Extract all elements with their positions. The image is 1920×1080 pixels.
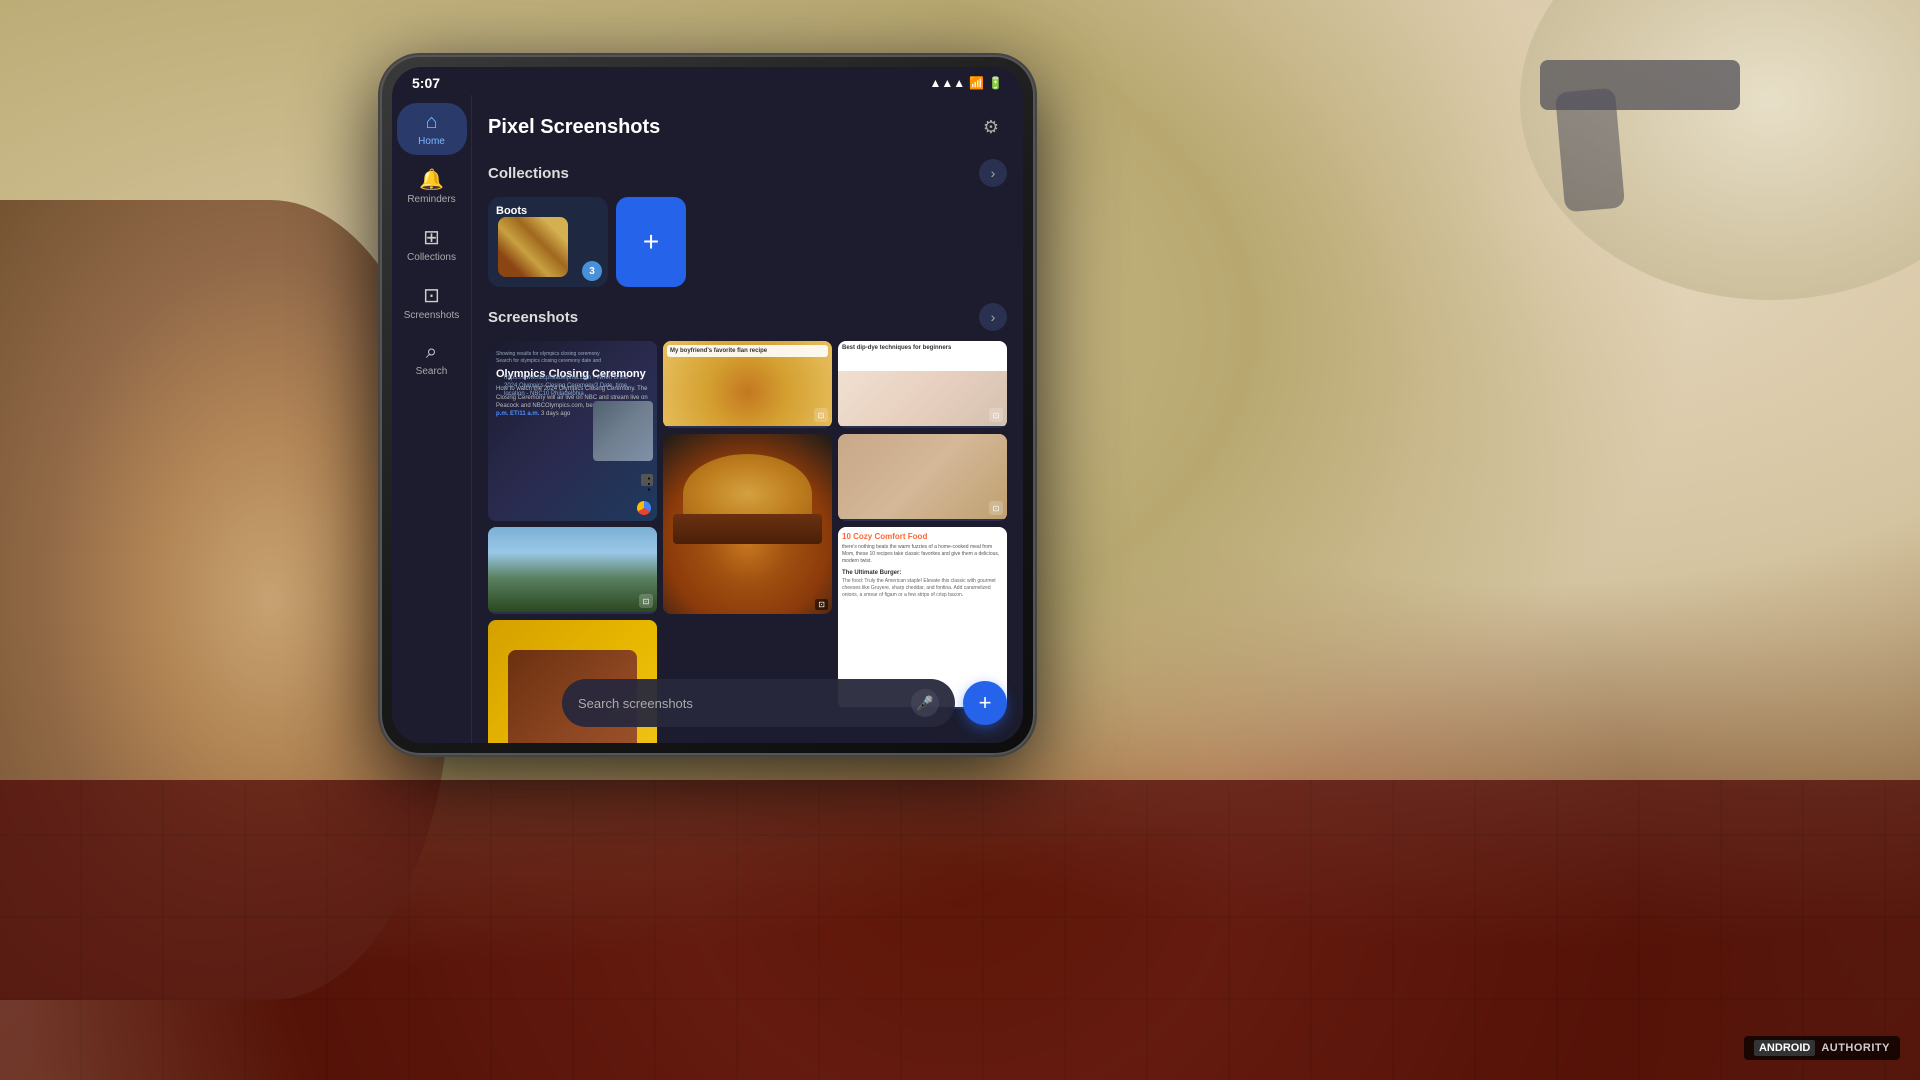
landscape-badge: ⊡ [639,594,653,608]
sidebar-item-collections[interactable]: ⊞ Collections [397,217,467,271]
screenshots-title: Screenshots [488,309,578,326]
battery-icon: 🔋 [988,76,1003,90]
status-bar: 5:07 ▲▲▲ 📶 🔋 [392,67,1023,95]
comfort-burger-text: The food: Truly the American staple! Ele… [842,578,1003,599]
watermark: ANDROID AUTHORITY [1744,1036,1900,1060]
sidebar-item-reminders[interactable]: 🔔 Reminders [397,159,467,213]
screenshots-header: Screenshots › [488,303,1007,331]
main-content: Pixel Screenshots ⚙ Collections › [472,95,1023,743]
comfort-text: 10 Cozy Comfort Food there's nothing bea… [842,531,1003,599]
burger-patty [673,514,822,544]
chrome-icon [637,501,651,515]
comfort-body: there's nothing beats the warm fuzzies o… [842,544,1003,565]
screenshots-section: Screenshots › Showing results for olympi… [488,303,1007,743]
reminders-icon: 🔔 [419,167,444,192]
sidebar: ⌂ Home 🔔 Reminders ⊞ Collections ⊡ Scree… [392,95,472,743]
olympics-photo [593,401,653,461]
mic-icon: 🎤 [916,695,933,712]
sidebar-label-collections: Collections [407,252,456,263]
screenshot-food2[interactable]: Best dip-dye techniques for beginners ⊡ [838,341,1007,428]
collections-title: Collections [488,165,569,182]
fab-icon: + [979,690,992,716]
page-header: Pixel Screenshots ⚙ [488,111,1007,143]
signal-icon: ▲▲▲ [929,76,965,90]
collections-section: Collections › Boots 3 [488,159,1007,287]
food2-text: Best dip-dye techniques for beginners [842,345,1003,353]
collections-row: Boots 3 + [488,197,1007,287]
screenshot-olympics[interactable]: Showing results for olympics closing cer… [488,341,657,521]
sidebar-label-reminders: Reminders [407,194,455,205]
boots-thumbnail [498,217,568,277]
collections-icon: ⊞ [423,225,440,250]
settings-button[interactable]: ⚙ [975,111,1007,143]
settings-icon: ⚙ [983,117,999,138]
floor-background [0,780,1920,1080]
watermark-android-text: ANDROID [1754,1040,1815,1056]
sidebar-label-search: Search [416,366,448,377]
collections-arrow-button[interactable]: › [979,159,1007,187]
food1-overlay: My boyfriend's favorite flan recipe [667,345,828,357]
olympics-photo-inner [593,401,653,461]
search-bar[interactable]: Search screenshots 🎤 [562,679,955,727]
screenshots-icon: ⊡ [423,283,440,308]
device-frame: 5:07 ▲▲▲ 📶 🔋 ⌂ Home 🔔 [380,55,1035,755]
collection-count-badge: 3 [582,261,602,281]
olympics-url: https://www.nbcphiladelphia.com › When i… [504,375,641,398]
screenshots-arrow-button[interactable]: › [979,303,1007,331]
ss-food1-content: My boyfriend's favorite flan recipe ⊡ [663,341,832,426]
wifi-icon: 📶 [969,76,984,90]
ss-landscape-content: ⊡ [488,527,657,612]
search-bar-container: Search screenshots 🎤 + [562,679,1007,727]
status-icons: ▲▲▲ 📶 🔋 [929,76,1003,90]
burger-badge: ⊡ [815,599,828,610]
collection-card-boots[interactable]: Boots 3 [488,197,608,287]
overflow-icon: ⋮ [641,474,653,486]
status-time: 5:07 [412,75,440,91]
sidebar-item-home[interactable]: ⌂ Home [397,103,467,155]
collections-header: Collections › [488,159,1007,187]
device-screen: 5:07 ▲▲▲ 📶 🔋 ⌂ Home 🔔 [392,67,1023,743]
boots-image-inner [498,217,568,277]
girl-badge: ⊡ [989,501,1003,515]
food2-badge: ⊡ [989,408,1003,422]
comfort-subtitle: The Ultimate Burger: [842,569,1003,577]
screenshot-landscape[interactable]: ⊡ [488,527,657,614]
screenshot-food1[interactable]: My boyfriend's favorite flan recipe ⊡ [663,341,832,428]
watermark-authority-text: AUTHORITY [1821,1042,1890,1054]
ss-olympics-content: Showing results for olympics closing cer… [488,341,657,521]
remote-background [1555,88,1625,213]
page-title: Pixel Screenshots [488,116,660,139]
collection-name-boots: Boots [496,205,527,217]
food1-badge: ⊡ [814,408,828,422]
screenshot-burger[interactable]: ⊡ [663,434,832,614]
comfort-title: 10 Cozy Comfort Food [842,531,1003,542]
search-bar-placeholder: Search screenshots [578,696,903,711]
girl-image [838,434,1007,519]
collection-add-button[interactable]: + [616,197,686,287]
food2-image [838,371,1007,426]
app-container: ⌂ Home 🔔 Reminders ⊞ Collections ⊡ Scree… [392,95,1023,743]
mic-button[interactable]: 🎤 [911,689,939,717]
search-icon: ⌕ [426,341,437,364]
screenshot-girl[interactable]: ⊡ [838,434,1007,521]
add-icon: + [643,226,659,258]
ss-girl-content: ⊡ [838,434,1007,519]
ss-burger-content: ⊡ [663,434,832,614]
device-wrapper: 5:07 ▲▲▲ 📶 🔋 ⌂ Home 🔔 [380,55,1035,755]
home-icon: ⌂ [425,111,437,134]
fab-add-button[interactable]: + [963,681,1007,725]
sidebar-item-search[interactable]: ⌕ Search [397,333,467,385]
sidebar-label-home: Home [418,136,445,147]
sidebar-item-screenshots[interactable]: ⊡ Screenshots [397,275,467,329]
food1-title: My boyfriend's favorite flan recipe [670,348,825,354]
ss-food2-content: Best dip-dye techniques for beginners ⊡ [838,341,1007,426]
sidebar-label-screenshots: Screenshots [404,310,460,321]
